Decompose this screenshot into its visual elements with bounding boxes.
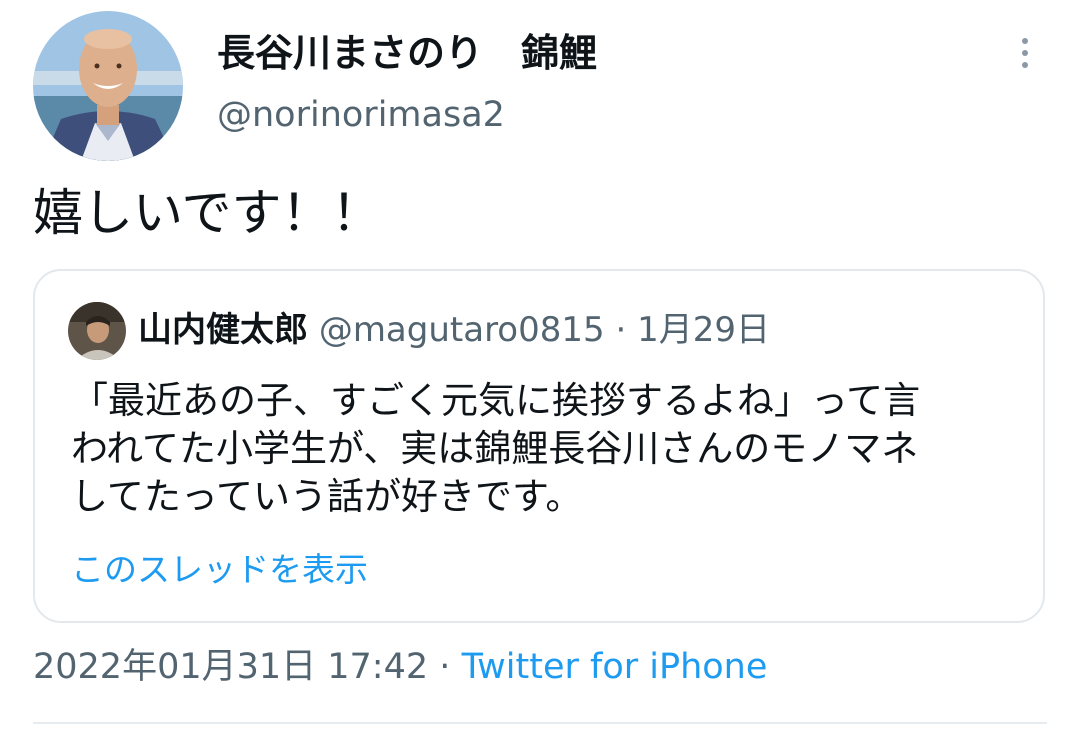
author-avatar[interactable] — [33, 11, 183, 161]
tweet-text: 嬉しいです！！ — [33, 184, 382, 242]
more-options-dot — [1022, 38, 1028, 44]
quoted-author-name[interactable]: 山内健太郎 — [138, 310, 308, 350]
quoted-separator: · — [615, 310, 627, 350]
tweet-meta: 2022年01月31日 17:42 · Twitter for iPhone — [33, 642, 767, 692]
tweet-timestamp[interactable]: 2022年01月31日 17:42 — [33, 647, 428, 687]
quoted-avatar-photo — [68, 302, 126, 360]
more-options-dot — [1022, 62, 1028, 68]
quoted-author-handle[interactable]: @magutaro0815 — [319, 310, 605, 350]
quoted-date[interactable]: 1月29日 — [637, 310, 770, 350]
more-options-dot — [1022, 50, 1028, 56]
meta-separator: · — [439, 647, 451, 687]
author-handle[interactable]: @norinorimasa2 — [217, 92, 505, 138]
author-display-name[interactable]: 長谷川まさのり 錦鯉 — [217, 28, 597, 78]
tweet-source-link[interactable]: Twitter for iPhone — [462, 647, 768, 687]
quoted-author-avatar[interactable] — [68, 302, 126, 360]
author-avatar-photo — [33, 11, 183, 161]
quoted-tweet-text: 「最近あの子、すごく元気に挨拶するよね」って言 われてた小学生が、実は錦鯉長谷川… — [71, 379, 921, 518]
quoted-tweet-header: 山内健太郎 @magutaro0815 · 1月29日 — [138, 307, 770, 353]
show-thread-link[interactable]: このスレッドを表示 — [71, 547, 368, 593]
more-options-icon[interactable] — [1008, 30, 1042, 76]
divider — [33, 722, 1047, 724]
quoted-tweet-card[interactable]: 山内健太郎 @magutaro0815 · 1月29日 「最近あの子、すごく元気… — [33, 269, 1045, 623]
